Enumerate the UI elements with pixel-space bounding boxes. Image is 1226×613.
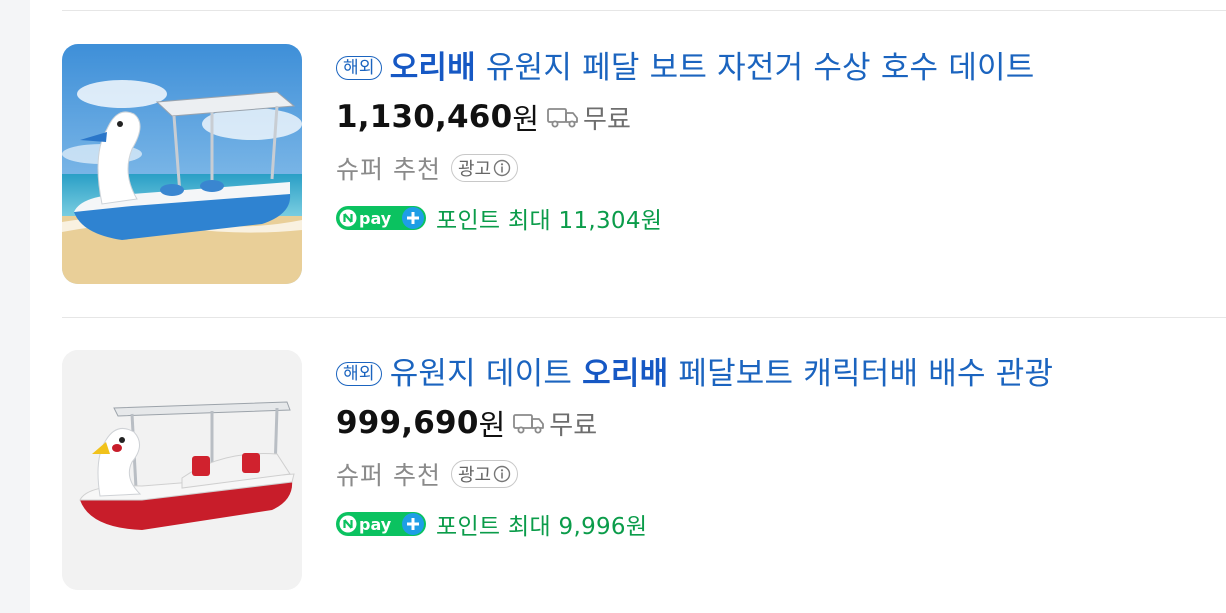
title-text: 유원지 데이트 xyxy=(389,356,573,392)
npay-text: pay xyxy=(359,209,392,228)
info-icon xyxy=(493,465,511,483)
product-title[interactable]: 해외 유원지 데이트 오리배 페달보트 캐릭터배 배수 관광 xyxy=(336,354,1053,394)
top-divider xyxy=(62,10,1226,11)
currency: 원 xyxy=(512,102,540,136)
title-text: 유원지 페달 보트 자전거 수상 호수 데이트 xyxy=(485,50,1035,86)
product-image[interactable] xyxy=(62,44,302,284)
product-image[interactable] xyxy=(62,350,302,590)
product-card[interactable]: 해외 오리배 유원지 페달 보트 자전거 수상 호수 데이트 1,130,460 원… xyxy=(62,44,1226,294)
ad-badge[interactable]: 광고 xyxy=(450,154,519,182)
price: 1,130,460 xyxy=(336,99,513,135)
left-gutter xyxy=(0,0,30,613)
truck-icon xyxy=(513,414,545,434)
info-icon xyxy=(493,159,511,177)
recommend-row: 슈퍼 추천 광고 xyxy=(336,150,519,186)
price: 999,690 xyxy=(336,405,479,441)
npay-plus-icon: pay xyxy=(336,512,426,536)
shipping-label: 무료 xyxy=(583,104,631,135)
ad-label: 광고 xyxy=(457,465,492,486)
currency: 원 xyxy=(478,408,506,442)
super-recommend-label: 슈퍼 추천 xyxy=(336,461,441,490)
shipping-label: 무료 xyxy=(549,410,598,441)
item-divider xyxy=(62,317,1226,318)
points-text: 포인트 최대 9,996원 xyxy=(436,514,648,540)
swan-boat-red-icon xyxy=(62,350,302,590)
npay-plus-icon: pay xyxy=(336,206,426,230)
npay-row: pay 포인트 최대 9,996원 xyxy=(336,507,647,541)
price-row: 999,690 원 무료 xyxy=(336,402,597,444)
npay-text: pay xyxy=(359,515,392,534)
title-text-suffix: 페달보트 캐릭터배 배수 관광 xyxy=(678,356,1054,392)
title-keyword: 오리배 xyxy=(582,356,669,392)
overseas-badge: 해외 xyxy=(336,56,382,80)
npay-row: pay 포인트 최대 11,304원 xyxy=(336,201,662,235)
recommend-row: 슈퍼 추천 광고 xyxy=(336,456,519,492)
overseas-badge: 해외 xyxy=(336,362,382,386)
title-keyword: 오리배 xyxy=(389,50,476,86)
ad-badge[interactable]: 광고 xyxy=(450,460,519,488)
product-card[interactable]: 해외 유원지 데이트 오리배 페달보트 캐릭터배 배수 관광 999,690 원 무… xyxy=(62,350,1226,600)
super-recommend-label: 슈퍼 추천 xyxy=(336,155,441,184)
ad-label: 광고 xyxy=(457,159,492,180)
points-text: 포인트 최대 11,304원 xyxy=(436,208,663,234)
product-title[interactable]: 해외 오리배 유원지 페달 보트 자전거 수상 호수 데이트 xyxy=(336,48,1034,88)
price-row: 1,130,460 원 무료 xyxy=(336,96,631,138)
swan-boat-blue-icon xyxy=(62,44,302,284)
truck-icon xyxy=(547,108,578,128)
